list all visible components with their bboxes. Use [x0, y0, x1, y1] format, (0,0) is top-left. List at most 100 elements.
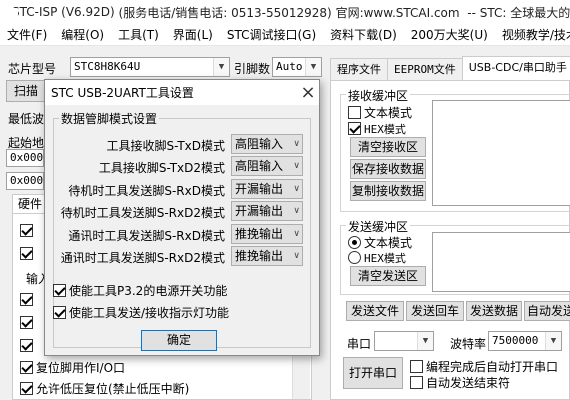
clear-send-button[interactable]: 清空发送区 [350, 266, 426, 286]
chevron-down-icon: ▼ [305, 58, 321, 76]
port-select[interactable]: ▼ [374, 331, 434, 351]
radio-icon [348, 251, 361, 264]
checkbox-icon [53, 284, 66, 297]
send-buffer-title: 发送缓冲区 [346, 218, 411, 235]
hw-option-3[interactable] [20, 293, 36, 307]
title-tagline: -- STC: 全球最大的 [467, 5, 570, 20]
reset-pin-io-label: 复位脚用作I/O口 [36, 361, 126, 375]
low-voltage-reset-label: 允许低压复位(禁止低压中断) [36, 382, 190, 396]
ok-button[interactable]: 确定 [141, 330, 217, 351]
menu-debug[interactable]: STC调试接口(G) [220, 24, 323, 45]
chevron-down-icon: ∨ [293, 206, 300, 216]
baud-value: 7500000 [492, 334, 539, 347]
chip-model-label: 芯片型号 [8, 62, 57, 76]
send-buffer-textarea[interactable] [432, 232, 570, 292]
setting-value-idle-rxd: 开漏输出 [235, 182, 284, 196]
right-tab-strip: 程序文件 EEPROM文件 USB-CDC/串口助手 [330, 56, 570, 80]
send-data-button[interactable]: 发送数据 [466, 301, 522, 321]
auto-send-button[interactable]: 自动发送 [524, 301, 570, 321]
menu-bar: 文件(F) 编程(O) 工具(T) 界面(L) STC调试接口(G) 资料下载(… [0, 24, 570, 46]
setting-select-idle-rxd[interactable]: 开漏输出 ∨ [231, 179, 303, 199]
chevron-down-icon: ∨ [293, 184, 300, 194]
menu-file[interactable]: 文件(F) [0, 24, 54, 45]
start-address-field-1[interactable]: 0x000 [6, 149, 44, 167]
setting-select-idle-rxd2[interactable]: 开漏输出 ∨ [231, 201, 303, 221]
hw-option-5[interactable] [20, 339, 36, 353]
port-label: 串口 [347, 337, 372, 351]
receive-hex-mode-checkbox[interactable]: HEX模式 [348, 121, 406, 137]
checkbox-icon [53, 306, 66, 319]
power-switch-checkbox[interactable]: 使能工具P3.2的电源开关功能 [53, 282, 227, 299]
auto-end-char-checkbox[interactable]: 自动发送结束符 [410, 374, 510, 391]
save-receive-button[interactable]: 保存接收数据 [350, 159, 426, 179]
checkbox-icon [20, 382, 33, 395]
baud-label: 波特率 [450, 337, 487, 351]
copy-receive-button[interactable]: 复制接收数据 [350, 181, 426, 201]
menu-interface[interactable]: 界面(L) [166, 24, 220, 45]
low-voltage-reset-option[interactable]: 允许低压复位(禁止低压中断) [20, 380, 189, 397]
setting-value-idle-rxd2: 开漏输出 [235, 204, 284, 218]
hw-option-4[interactable] [20, 316, 36, 330]
chevron-down-icon: ▼ [545, 332, 561, 350]
window-title-bar: STC-ISP (V6.92D) (服务电话/销售电话: 0513-550129… [0, 0, 570, 24]
auto-open-port-checkbox[interactable]: 编程完成后自动打开串口 [410, 358, 558, 375]
indicator-led-label: 使能工具发送/接收指示灯功能 [69, 306, 230, 320]
receive-buffer-textarea[interactable] [432, 100, 570, 206]
setting-label-comm-rxd2: 通讯时工具发送脚S-RxD2模式 [60, 251, 225, 265]
menu-program[interactable]: 编程(O) [54, 24, 111, 45]
setting-label-txd2: 工具接收脚S-TxD2模式 [98, 161, 225, 175]
send-hex-mode-radio[interactable]: HEX模式 [348, 250, 406, 266]
tab-usb-cdc[interactable]: USB-CDC/串口助手 [461, 56, 570, 80]
power-switch-label: 使能工具P3.2的电源开关功能 [69, 284, 228, 298]
close-icon[interactable]: × [297, 82, 319, 104]
send-file-button[interactable]: 发送文件 [346, 301, 404, 321]
baud-select[interactable]: 7500000 ▼ [488, 331, 562, 351]
lowest-baud-label: 最低波 [8, 112, 45, 126]
chip-model-value: STC8H8K64U [74, 60, 141, 73]
checkbox-icon [348, 106, 361, 119]
checkbox-icon [410, 376, 423, 389]
chevron-down-icon: ∨ [293, 251, 300, 261]
pin-count-label: 引脚数 [234, 62, 271, 76]
receive-text-mode-radio[interactable]: 文本模式 [348, 104, 412, 121]
setting-select-txd[interactable]: 高阻输入 ∨ [231, 134, 303, 154]
indicator-led-checkbox[interactable]: 使能工具发送/接收指示灯功能 [53, 304, 229, 321]
chevron-down-icon: ▼ [213, 58, 229, 76]
setting-value-txd: 高阻输入 [235, 137, 284, 151]
hw-option-2[interactable] [20, 247, 36, 261]
menu-prize[interactable]: 200万大奖(U) [404, 24, 495, 45]
open-port-button[interactable]: 打开串口 [343, 357, 403, 389]
setting-select-txd2[interactable]: 高阻输入 ∨ [231, 156, 303, 176]
send-enter-button[interactable]: 发送回车 [406, 301, 464, 321]
radio-icon [348, 236, 361, 249]
chevron-down-icon: ▼ [417, 332, 433, 350]
pin-count-select[interactable]: Auto ▼ [272, 57, 322, 77]
menu-downloads[interactable]: 资料下载(D) [323, 24, 404, 45]
checkbox-icon [20, 247, 33, 260]
title-website: 官网:www.STCAI.com [335, 5, 460, 20]
hw-option-1[interactable] [20, 224, 36, 238]
setting-value-comm-rxd2: 推挽输出 [235, 249, 284, 263]
usb-2uart-settings-dialog: STC USB-2UART工具设置 × 数据管脚模式设置 工具接收脚S-TxD模… [44, 79, 320, 356]
setting-label-idle-rxd2: 待机时工具发送脚S-RxD2模式 [60, 206, 225, 220]
setting-select-comm-rxd[interactable]: 推挽输出 ∨ [231, 224, 303, 244]
chevron-down-icon: ∨ [293, 139, 300, 149]
clear-receive-button[interactable]: 清空接收区 [350, 137, 426, 157]
reset-pin-io-option[interactable]: 复位脚用作I/O口 [20, 359, 125, 376]
setting-select-comm-rxd2[interactable]: 推挽输出 ∨ [231, 246, 303, 266]
chevron-down-icon: ∨ [293, 229, 300, 239]
chevron-down-icon: ∨ [293, 161, 300, 171]
send-text-mode-radio[interactable]: 文本模式 [348, 234, 412, 251]
tab-program-file[interactable]: 程序文件 [330, 58, 388, 80]
checkbox-icon [20, 361, 33, 374]
menu-video[interactable]: 视频教学/技术讨 [495, 24, 570, 45]
setting-value-txd2: 高阻输入 [235, 159, 284, 173]
auto-open-port-label: 编程完成后自动打开串口 [426, 360, 559, 374]
menu-tools[interactable]: 工具(T) [111, 24, 166, 45]
chip-model-select[interactable]: STC8H8K64U ▼ [70, 57, 230, 77]
tab-eeprom-file[interactable]: EEPROM文件 [387, 58, 463, 80]
receive-text-mode-label: 文本模式 [364, 106, 413, 120]
scan-button[interactable]: 扫描 [6, 80, 46, 102]
start-address-field-2[interactable]: 0x000 [6, 172, 44, 190]
checkbox-icon [348, 122, 361, 135]
